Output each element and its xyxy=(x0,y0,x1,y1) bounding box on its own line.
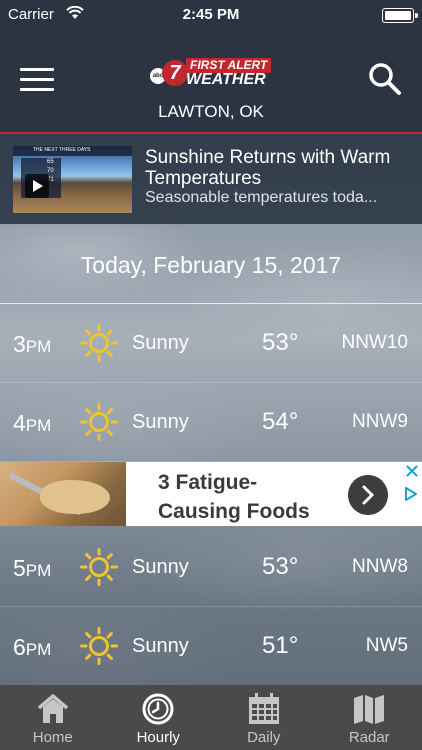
hourly-row[interactable]: 4PM Sunny 54° NNW9 xyxy=(0,383,422,462)
wind-value: NNW9 xyxy=(352,411,408,432)
channel-7-logo-icon: 7 xyxy=(162,60,188,86)
hourly-row[interactable]: 6PM Sunny 51° NW5 xyxy=(0,607,422,686)
hamburger-menu-icon[interactable] xyxy=(20,68,54,94)
tab-hourly-label: Hourly xyxy=(136,729,180,746)
status-bar: Carrier 2:45 PM xyxy=(0,0,422,30)
hour-label: 3PM xyxy=(13,331,52,357)
sun-icon xyxy=(80,324,118,362)
wind-value: NNW10 xyxy=(341,332,408,353)
ad-close-icon[interactable] xyxy=(402,462,422,480)
app-header: abc 7 FIRST ALERT WEATHER LAWTON, OK xyxy=(0,30,422,134)
hour-label: 6PM xyxy=(13,634,52,660)
hour-label: 5PM xyxy=(13,555,52,581)
wind-value: NW5 xyxy=(365,635,408,656)
condition-label: Sunny xyxy=(132,332,189,354)
temperature-value: 53° xyxy=(262,329,299,356)
sun-icon xyxy=(80,403,118,441)
news-article-banner[interactable]: THE NEXT THREE DAYS 65 70 71 Sunshine Re… xyxy=(0,134,422,224)
tab-daily[interactable]: Daily xyxy=(211,685,317,750)
ad-arrow-button[interactable] xyxy=(348,475,388,515)
ad-choices-icon[interactable] xyxy=(403,486,419,502)
condition-label: Sunny xyxy=(132,635,189,657)
tab-home-label: Home xyxy=(32,729,73,746)
hourly-row[interactable]: 3PM Sunny 53° NNW10 xyxy=(0,304,422,383)
clock-icon xyxy=(142,693,174,725)
article-title[interactable]: Sunshine Returns with Warm Temperatures xyxy=(145,147,410,189)
tab-radar[interactable]: Radar xyxy=(317,685,422,750)
tab-daily-label: Daily xyxy=(247,729,281,746)
temperature-value: 54° xyxy=(262,408,299,435)
article-video-thumbnail[interactable]: THE NEXT THREE DAYS 65 70 71 xyxy=(13,146,132,213)
sun-icon xyxy=(80,627,118,665)
forecast-date-header: Today, February 15, 2017 xyxy=(0,225,422,304)
location-label[interactable]: LAWTON, OK xyxy=(0,102,422,122)
condition-label: Sunny xyxy=(132,556,189,578)
wind-value: NNW8 xyxy=(352,556,408,577)
map-icon xyxy=(354,695,385,724)
hourly-row[interactable]: 5PM Sunny 53° NNW8 xyxy=(0,528,422,607)
hour-label: 4PM xyxy=(13,410,52,436)
sun-icon xyxy=(80,548,118,586)
logo-weather-text: WEATHER xyxy=(186,71,266,88)
home-icon xyxy=(37,694,68,723)
tab-home[interactable]: Home xyxy=(0,685,106,750)
first-alert-weather-logo: abc 7 FIRST ALERT WEATHER xyxy=(150,58,280,90)
temperature-value: 51° xyxy=(262,632,299,659)
calendar-icon xyxy=(248,693,279,724)
article-subtitle: Seasonable temperatures toda... xyxy=(145,189,378,206)
search-icon[interactable] xyxy=(368,62,402,96)
temperature-value: 53° xyxy=(262,553,299,580)
condition-label: Sunny xyxy=(132,411,189,433)
tab-radar-label: Radar xyxy=(348,729,390,746)
ad-image[interactable] xyxy=(0,462,126,526)
bottom-tab-bar: Home Hourly Daily Radar xyxy=(0,685,422,750)
clock-time: 2:45 PM xyxy=(182,6,240,23)
play-icon[interactable] xyxy=(25,174,49,198)
tab-hourly[interactable]: Hourly xyxy=(106,685,212,750)
ad-headline[interactable]: 3 Fatigue- Causing Foods xyxy=(158,468,310,526)
forecast-date: Today, February 15, 2017 xyxy=(80,252,342,278)
battery-icon xyxy=(382,8,418,23)
thumbnail-header: THE NEXT THREE DAYS xyxy=(13,146,132,156)
advertisement-banner[interactable]: 3 Fatigue- Causing Foods xyxy=(0,462,422,526)
